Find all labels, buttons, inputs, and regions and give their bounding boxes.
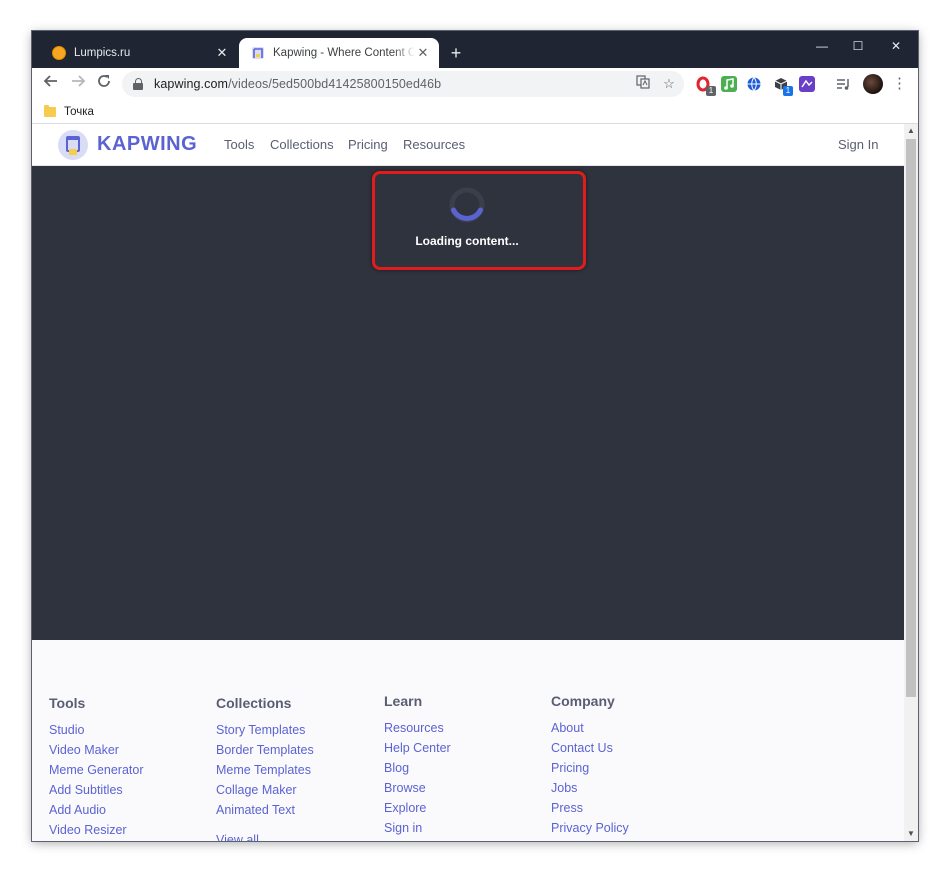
maximize-icon[interactable]: ☐ <box>840 35 876 57</box>
nav-resources[interactable]: Resources <box>403 137 465 152</box>
footer-link[interactable]: Collage Maker <box>216 780 314 800</box>
web-page: KAPWING Tools Collections Pricing Resour… <box>32 124 904 841</box>
sign-in-link[interactable]: Sign In <box>838 137 878 152</box>
footer-link[interactable]: Blog <box>384 758 451 778</box>
scroll-down-arrow-icon[interactable]: ▼ <box>904 827 918 841</box>
footer-link[interactable]: Press <box>551 798 629 818</box>
footer-tools-column: Tools Studio Video Maker Meme Generator … <box>49 692 143 840</box>
footer-link[interactable]: Explore <box>384 798 451 818</box>
footer-heading: Tools <box>49 695 86 711</box>
footer-learn-column: Learn Resources Help Center Blog Browse … <box>384 690 451 838</box>
footer-link[interactable]: Browse <box>384 778 451 798</box>
footer-link[interactable]: Resources <box>384 718 451 738</box>
tab-strip: Lumpics.ru ✕ Kapwing - Where Content Cre… <box>32 31 918 68</box>
footer-heading: Company <box>551 693 615 709</box>
close-icon[interactable]: ✕ <box>415 45 431 61</box>
footer-link[interactable]: About <box>551 718 629 738</box>
folder-icon <box>44 105 56 117</box>
footer-link[interactable]: Animated Text <box>216 800 314 820</box>
reload-icon[interactable] <box>92 73 116 95</box>
new-tab-plus-icon[interactable]: + <box>445 42 467 64</box>
brand-name[interactable]: KAPWING <box>97 133 197 156</box>
browser-menu-icon[interactable]: ⋮ <box>892 73 907 95</box>
footer-link[interactable]: Meme Templates <box>216 760 314 780</box>
footer-link[interactable]: Help Center <box>384 738 451 758</box>
footer-link[interactable]: Border Templates <box>216 740 314 760</box>
nav-tools[interactable]: Tools <box>224 137 254 152</box>
footer-link[interactable]: Meme Generator <box>49 760 143 780</box>
footer-link[interactable]: Sign in <box>384 818 451 838</box>
media-queue-icon[interactable] <box>836 76 852 92</box>
kapwing-favicon-icon <box>252 47 264 59</box>
footer-heading: Learn <box>384 693 423 709</box>
url-text: kapwing.com/videos/5ed500bd41425800150ed… <box>154 77 442 91</box>
footer-link[interactable]: Pricing <box>551 758 629 778</box>
footer-link[interactable]: View all <box>216 830 314 841</box>
extension-badge: 1 <box>706 86 716 96</box>
tab-title: Kapwing - Where Content Creati <box>273 47 415 59</box>
footer-link[interactable]: Privacy Policy <box>551 818 629 838</box>
extension-badge: 1 <box>783 86 793 96</box>
footer-link[interactable]: Jobs <box>551 778 629 798</box>
footer-link[interactable]: Video Resizer <box>49 820 143 840</box>
browser-toolbar: kapwing.com/videos/5ed500bd41425800150ed… <box>32 68 918 100</box>
forward-arrow-icon[interactable] <box>66 73 90 95</box>
profile-avatar[interactable] <box>863 74 883 94</box>
lock-icon <box>132 78 144 90</box>
footer-link[interactable]: Add Subtitles <box>49 780 143 800</box>
footer-collections-column: Collections Story Templates Border Templ… <box>216 692 314 841</box>
loading-stage: Loading content... <box>32 166 904 640</box>
annotation-highlight-box <box>372 171 586 270</box>
translate-icon[interactable] <box>634 75 652 93</box>
opera-extension-icon[interactable]: 1 <box>696 76 716 96</box>
close-icon[interactable]: ✕ <box>214 45 230 61</box>
purple-extension-icon[interactable] <box>799 76 815 92</box>
scrollbar-thumb[interactable] <box>906 139 916 697</box>
tab-lumpics[interactable]: Lumpics.ru ✕ <box>40 38 238 68</box>
footer-link[interactable]: Add Audio <box>49 800 143 820</box>
site-footer: Tools Studio Video Maker Meme Generator … <box>32 640 904 841</box>
scroll-up-arrow-icon[interactable]: ▲ <box>904 124 918 138</box>
footer-link[interactable]: Video Maker <box>49 740 143 760</box>
address-bar[interactable]: kapwing.com/videos/5ed500bd41425800150ed… <box>122 71 684 97</box>
package-extension-icon[interactable]: 1 <box>773 76 793 96</box>
music-extension-icon[interactable] <box>721 76 737 92</box>
footer-link[interactable]: Story Templates <box>216 720 314 740</box>
bookmarks-bar: Точка <box>32 100 918 124</box>
footer-link[interactable]: Contact Us <box>551 738 629 758</box>
tab-title: Lumpics.ru <box>74 47 131 59</box>
bookmark-label: Точка <box>64 106 94 118</box>
footer-link[interactable]: Studio <box>49 720 143 740</box>
page-scrollbar[interactable]: ▲ ▼ <box>904 124 918 841</box>
footer-heading: Collections <box>216 695 292 711</box>
window-close-icon[interactable]: ✕ <box>878 35 914 57</box>
bookmark-folder[interactable]: Точка <box>44 102 94 122</box>
nav-pricing[interactable]: Pricing <box>348 137 388 152</box>
minimize-icon[interactable]: — <box>804 35 840 57</box>
nav-collections[interactable]: Collections <box>270 137 334 152</box>
site-header: KAPWING Tools Collections Pricing Resour… <box>32 124 904 166</box>
tab-kapwing[interactable]: Kapwing - Where Content Creati ✕ <box>239 38 439 68</box>
kapwing-logo-icon[interactable] <box>58 130 88 160</box>
lumpics-favicon-icon <box>52 46 66 60</box>
vpn-globe-icon[interactable] <box>746 76 762 92</box>
back-arrow-icon[interactable] <box>39 73 63 95</box>
bookmark-star-icon[interactable]: ☆ <box>660 75 678 93</box>
footer-company-column: Company About Contact Us Pricing Jobs Pr… <box>551 690 629 838</box>
browser-window: Lumpics.ru ✕ Kapwing - Where Content Cre… <box>32 31 918 841</box>
